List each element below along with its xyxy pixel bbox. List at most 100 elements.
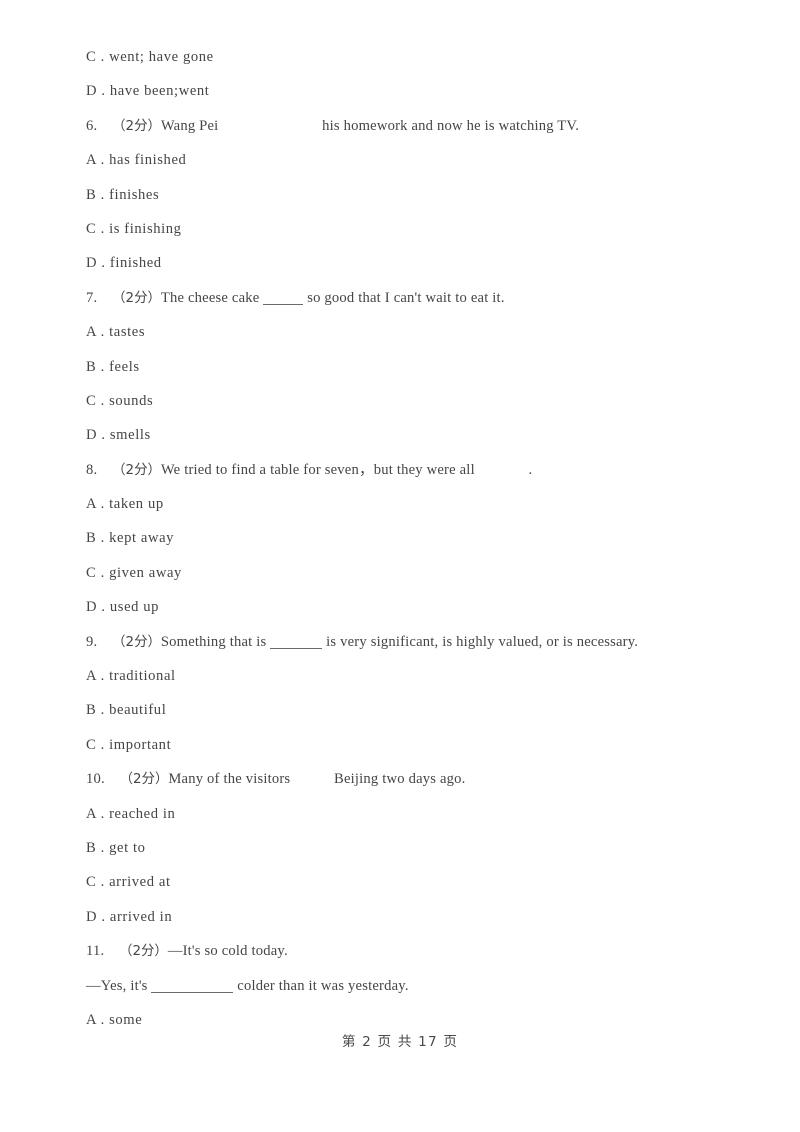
option-text: given away bbox=[109, 564, 182, 581]
question-text-after-blank: Beijing two days ago. bbox=[334, 771, 466, 788]
option-separator: . bbox=[96, 702, 110, 719]
answer-option: A . traditional bbox=[86, 659, 760, 693]
answer-option: D . used up bbox=[86, 590, 760, 624]
question-text-after-blank: . bbox=[528, 461, 533, 478]
answer-option: A . tastes bbox=[86, 315, 760, 349]
option-letter: D bbox=[86, 255, 98, 272]
option-letter: B bbox=[86, 186, 97, 203]
answer-option: B . finishes bbox=[86, 178, 760, 212]
option-letter: A bbox=[86, 324, 97, 341]
question-line: 8. （2分）We tried to find a table for seve… bbox=[86, 453, 760, 487]
question-line: 9. （2分）Something that is is very signifi… bbox=[86, 625, 760, 659]
question-line: 6. （2分）Wang Pei his homework and now he … bbox=[86, 109, 760, 143]
option-text: get to bbox=[109, 839, 146, 856]
option-text: tastes bbox=[109, 324, 146, 341]
option-letter: D bbox=[86, 83, 98, 100]
option-separator: . bbox=[96, 668, 110, 685]
question-text-after-blank: his homework and now he is watching TV. bbox=[322, 117, 580, 134]
answer-option: B . feels bbox=[86, 350, 760, 384]
option-letter: B bbox=[86, 530, 97, 547]
question-text-before-blank: Many of the visitors bbox=[168, 771, 291, 788]
option-separator: . bbox=[96, 496, 110, 513]
question-number: 8. bbox=[86, 461, 98, 478]
answer-option: C . is finishing bbox=[86, 212, 760, 246]
question-marks: （2分） bbox=[112, 118, 161, 134]
document-body: C . went; have gone D . have been;went 6. … bbox=[86, 40, 760, 1037]
option-text: used up bbox=[109, 599, 160, 616]
answer-option: D . have been;went bbox=[86, 74, 760, 108]
option-separator: . bbox=[96, 874, 110, 891]
question-marks: （2分） bbox=[112, 290, 161, 306]
option-separator: . bbox=[96, 564, 110, 581]
option-separator: . bbox=[96, 530, 110, 547]
answer-option: D . smells bbox=[86, 418, 760, 452]
option-separator: . bbox=[96, 736, 110, 753]
question-line: 11. （2分）—It's so cold today. bbox=[86, 934, 760, 968]
answer-option: A . reached in bbox=[86, 797, 760, 831]
option-separator: . bbox=[96, 152, 110, 169]
option-text: went; have gone bbox=[109, 49, 214, 65]
answer-option: C . given away bbox=[86, 556, 760, 590]
dialogue-line: —Yes, it's colder than it was yesterday. bbox=[86, 969, 760, 1003]
option-letter: B bbox=[86, 358, 97, 375]
question-text-after-blank: so good that I can't wait to eat it. bbox=[307, 289, 505, 306]
option-text: sounds bbox=[109, 392, 154, 409]
answer-blank-underline bbox=[151, 980, 234, 993]
question-marks: （2分） bbox=[119, 772, 169, 788]
answer-option: C . sounds bbox=[86, 384, 760, 418]
question-number: 7. bbox=[86, 289, 98, 306]
option-separator: . bbox=[97, 599, 110, 616]
option-separator: . bbox=[96, 392, 110, 409]
option-text: kept away bbox=[109, 530, 175, 547]
document-page: C . went; have gone D . have been;went 6. … bbox=[0, 0, 800, 1132]
question-text-after-blank: colder than it was yesterday. bbox=[237, 977, 409, 994]
option-separator: . bbox=[97, 427, 110, 444]
answer-option: A . has finished bbox=[86, 143, 760, 177]
question-number: 11. bbox=[86, 943, 105, 960]
option-letter: D bbox=[86, 427, 98, 444]
question-marks: （2分） bbox=[119, 944, 168, 960]
option-letter: B bbox=[86, 702, 97, 719]
option-separator: . bbox=[96, 186, 110, 203]
option-letter: D bbox=[86, 908, 98, 925]
question-line: 10. （2分）Many of the visitors Beijing two… bbox=[86, 762, 760, 796]
option-letter: C bbox=[86, 49, 97, 65]
answer-option: B . get to bbox=[86, 831, 760, 865]
question-text-before-blank: Something that is bbox=[160, 633, 267, 650]
option-separator: . bbox=[96, 49, 110, 65]
option-letter: A bbox=[86, 805, 97, 822]
option-letter: C bbox=[86, 220, 97, 237]
answer-blank-underline bbox=[270, 636, 323, 649]
option-letter: A bbox=[86, 668, 97, 685]
option-separator: . bbox=[97, 255, 110, 272]
option-letter: C bbox=[86, 564, 97, 581]
question-number: 9. bbox=[86, 633, 98, 650]
answer-option: C . important bbox=[86, 728, 760, 762]
option-text: traditional bbox=[109, 668, 176, 685]
answer-option: C . arrived at bbox=[86, 865, 760, 899]
option-text: arrived at bbox=[109, 874, 171, 891]
option-text: taken up bbox=[109, 496, 164, 513]
question-text-before-blank: —It's so cold today. bbox=[167, 943, 288, 960]
question-text-before-blank: We tried to find a table for seven，but t… bbox=[160, 461, 475, 478]
option-text: have been;went bbox=[109, 83, 210, 100]
option-letter: B bbox=[86, 839, 97, 856]
question-text-before-blank: —Yes, it's bbox=[86, 977, 148, 994]
answer-option: B . kept away bbox=[86, 521, 760, 555]
option-letter: A bbox=[86, 1011, 97, 1028]
option-letter: C bbox=[86, 874, 97, 891]
question-marks: （2分） bbox=[112, 634, 161, 650]
question-number: 10. bbox=[86, 771, 105, 788]
option-text: reached in bbox=[109, 805, 176, 822]
option-text: feels bbox=[109, 358, 140, 375]
option-text: finished bbox=[109, 255, 162, 272]
option-letter: C bbox=[86, 736, 97, 753]
question-text-before-blank: Wang Pei bbox=[160, 117, 219, 134]
option-letter: A bbox=[86, 496, 97, 513]
answer-option: B . beautiful bbox=[86, 693, 760, 727]
option-text: arrived in bbox=[109, 908, 173, 925]
page-footer: 第 2 页 共 17 页 bbox=[341, 1034, 459, 1050]
answer-blank-underline bbox=[263, 292, 304, 305]
option-separator: . bbox=[97, 908, 110, 925]
question-line: 7. （2分）The cheese cake so good that I ca… bbox=[86, 281, 760, 315]
